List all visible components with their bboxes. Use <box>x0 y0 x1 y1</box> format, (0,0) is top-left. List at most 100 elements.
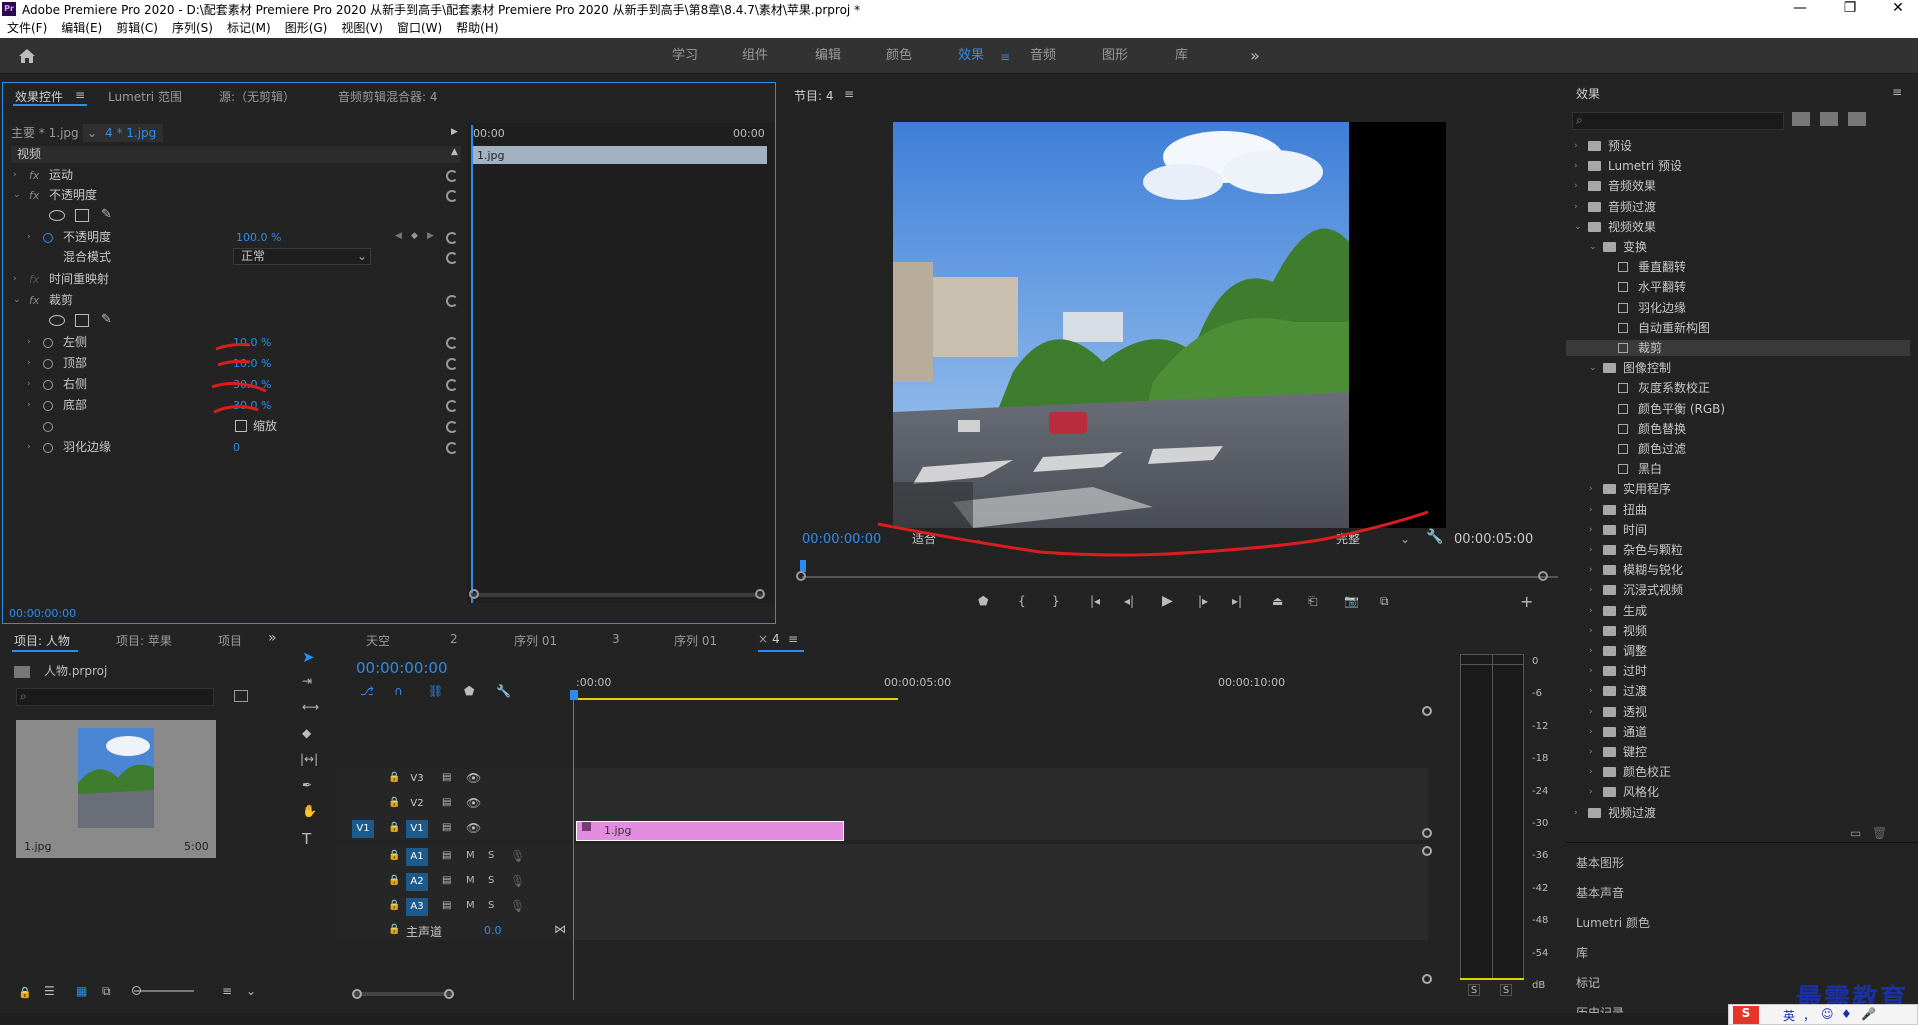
expand-icon[interactable]: › <box>1589 663 1593 679</box>
collapse-icon[interactable]: ⌄ <box>1589 360 1597 376</box>
expand-icon[interactable]: › <box>27 376 31 393</box>
master-volume-value[interactable]: 0.0 <box>484 924 502 937</box>
tab-sequence-01b[interactable]: 序列 01 <box>674 632 717 649</box>
microphone-icon[interactable]: 🎙 <box>510 874 525 888</box>
accelerated-effects-icon[interactable] <box>1792 112 1810 126</box>
tab-audio-clip-mixer[interactable]: 音频剪辑混合器: 4 <box>338 88 438 105</box>
video-frame[interactable] <box>893 122 1446 528</box>
expand-icon[interactable]: › <box>27 439 31 456</box>
effect-item[interactable]: 颜色替换 <box>1566 421 1910 437</box>
track-v2-label[interactable]: V2 <box>406 795 428 813</box>
track-v2[interactable]: 🔒 V2 ▤ 👁 <box>336 795 572 815</box>
audio-lanes[interactable] <box>574 844 1428 940</box>
track-a1[interactable]: 🔒 A1 ▤ M S 🎙 <box>336 848 572 868</box>
tab-2[interactable]: 2 <box>450 632 458 646</box>
fx-badge-icon[interactable]: fx <box>29 187 39 204</box>
list-view-icon[interactable]: ☰ <box>44 984 55 998</box>
solo-left[interactable]: S <box>1468 984 1480 996</box>
tab-project-people[interactable]: 项目: 人物 <box>14 632 70 649</box>
expand-icon[interactable]: › <box>1589 704 1593 720</box>
reset-icon[interactable] <box>446 379 458 391</box>
ime-skin[interactable]: ♦ <box>1841 1007 1852 1021</box>
fx-badge-icon[interactable]: fx <box>29 167 39 184</box>
pen-mask-icon[interactable]: ✎ <box>101 312 112 327</box>
eye-icon[interactable]: 👁 <box>466 771 481 785</box>
find-icon[interactable] <box>234 690 248 702</box>
tab-lumetri-scopes[interactable]: Lumetri 范围 <box>108 88 182 105</box>
effect-folder[interactable]: › 视频 <box>1566 623 1910 639</box>
chevron-down-icon[interactable]: ⌄ <box>1400 531 1410 548</box>
expand-icon[interactable]: › <box>1589 683 1593 699</box>
source-patch-v1[interactable]: V1 <box>352 820 374 838</box>
timeline-settings-icon[interactable]: 🔧 <box>496 684 511 698</box>
effect-folder[interactable]: › 模糊与锐化 <box>1566 562 1910 578</box>
scrub-handle-right[interactable] <box>1538 571 1548 581</box>
32bit-effects-icon[interactable] <box>1820 112 1838 126</box>
tab-effect-controls[interactable]: 效果控件 <box>15 88 63 105</box>
track-a3-label[interactable]: A3 <box>406 898 428 916</box>
track-master[interactable]: 🔒 主声道 0.0 ⋈ <box>336 922 572 942</box>
effect-item[interactable]: 垂直翻转 <box>1566 259 1910 275</box>
button-editor-icon[interactable]: + <box>1520 592 1533 611</box>
home-icon[interactable] <box>18 48 36 64</box>
freeform-view-icon[interactable]: ⧉ <box>102 984 111 999</box>
effect-folder[interactable]: › 沉浸式视频 <box>1566 582 1910 598</box>
tab-project-apple[interactable]: 项目: 苹果 <box>116 632 172 649</box>
stopwatch-icon[interactable] <box>43 400 53 414</box>
sync-lock-icon[interactable]: ▤ <box>442 797 451 808</box>
program-timecode[interactable]: 00:00:00:00 <box>802 531 881 548</box>
bowtie-icon[interactable]: ⋈ <box>554 922 566 936</box>
workspace-menu-icon[interactable]: ≡ <box>1000 50 1010 64</box>
solo-button[interactable]: S <box>488 900 494 911</box>
panel-menu-icon[interactable]: ≡ <box>844 87 854 101</box>
add-keyframe-icon[interactable]: ◆ <box>411 231 418 241</box>
reset-icon[interactable] <box>446 252 458 264</box>
panel-menu-icon[interactable]: ≡ <box>788 632 798 646</box>
reset-icon[interactable] <box>446 400 458 412</box>
sync-lock-icon[interactable]: ▤ <box>442 875 451 886</box>
panel-essential-sound[interactable]: 基本声音 <box>1576 884 1624 901</box>
scroll-handle[interactable] <box>1422 828 1432 838</box>
zoom-slider-handle[interactable] <box>132 986 141 995</box>
expand-icon[interactable]: › <box>27 355 31 372</box>
play-triangle-icon[interactable]: ▶ <box>451 127 458 137</box>
yuv-effects-icon[interactable] <box>1848 112 1866 126</box>
sync-lock-icon[interactable]: ▤ <box>442 822 451 833</box>
sogou-icon[interactable]: S <box>1733 1006 1759 1024</box>
track-a2-label[interactable]: A2 <box>406 873 428 891</box>
zoom-checkbox[interactable] <box>235 420 247 432</box>
lock-icon[interactable]: 🔒 <box>388 822 400 833</box>
reset-icon[interactable] <box>446 295 458 307</box>
step-forward-icon[interactable]: |▸ <box>1198 594 1208 608</box>
effect-folder[interactable]: › 风格化 <box>1566 784 1910 800</box>
effect-folder[interactable]: › 杂色与颗粒 <box>1566 542 1910 558</box>
work-area-bar[interactable] <box>574 698 898 700</box>
expand-icon[interactable]: › <box>27 334 31 351</box>
restore-button[interactable]: ❐ <box>1830 0 1870 18</box>
mute-button[interactable]: M <box>466 850 475 861</box>
master-clip-label[interactable]: 主要 * 1.jpg <box>11 125 79 142</box>
lock-icon[interactable]: 🔒 <box>388 797 400 808</box>
ime-lang[interactable]: 英 <box>1783 1007 1795 1024</box>
workspace-graphics[interactable]: 图形 <box>1102 38 1128 74</box>
collapse-icon[interactable]: ⌄ <box>1574 219 1582 235</box>
solo-button[interactable]: S <box>488 850 494 861</box>
close-button[interactable]: ✕ <box>1878 0 1918 18</box>
lock-icon[interactable]: 🔒 <box>388 772 400 783</box>
effect-item[interactable]: 水平翻转 <box>1566 279 1910 295</box>
quality-dropdown-label[interactable]: 完整 <box>1336 531 1360 548</box>
expand-icon[interactable]: › <box>27 229 31 246</box>
expand-icon[interactable]: › <box>1589 603 1593 619</box>
menu-clip[interactable]: 剪辑(C) <box>109 18 165 38</box>
effect-folder[interactable]: › Lumetri 预设 <box>1566 158 1910 174</box>
zoom-slider[interactable] <box>134 990 194 992</box>
menu-help[interactable]: 帮助(H) <box>449 18 505 38</box>
effect-folder[interactable]: ⌄ 图像控制 <box>1566 360 1910 376</box>
expand-icon[interactable]: › <box>1574 805 1578 821</box>
menu-graphics[interactable]: 图形(G) <box>278 18 335 38</box>
ime-emoji[interactable]: ☺ <box>1821 1007 1834 1021</box>
prev-keyframe-icon[interactable]: ◀ <box>395 231 402 241</box>
expand-icon[interactable]: › <box>13 167 17 184</box>
rectangle-mask-icon[interactable] <box>75 314 89 327</box>
track-a2[interactable]: 🔒 A2 ▤ M S 🎙 <box>336 873 572 893</box>
